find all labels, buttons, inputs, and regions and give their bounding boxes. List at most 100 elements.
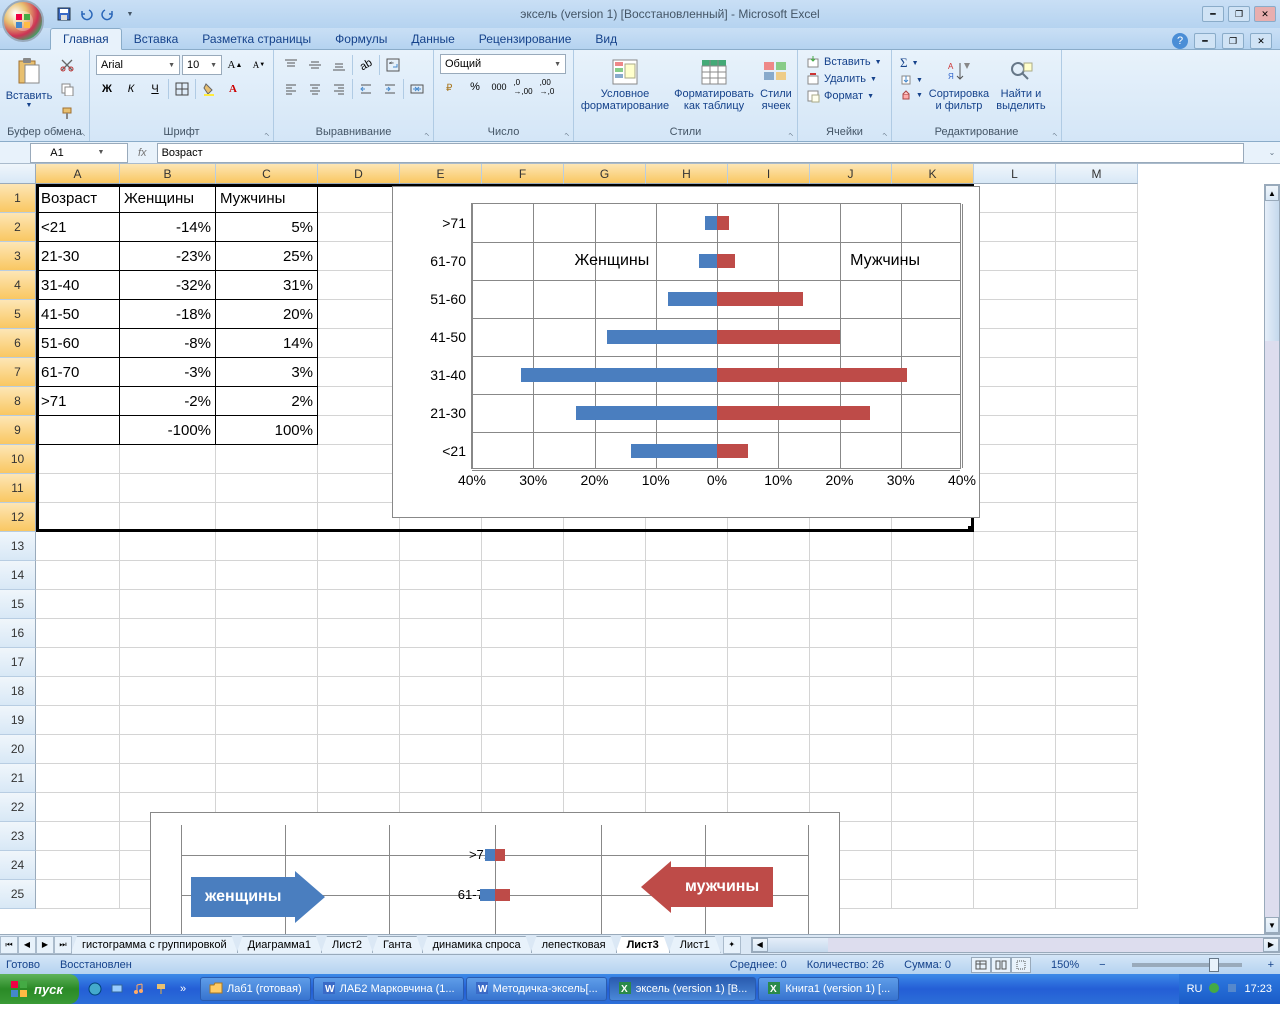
cell-D18[interactable]: [318, 677, 400, 706]
cell-I16[interactable]: [728, 619, 810, 648]
cell-F21[interactable]: [482, 764, 564, 793]
help-icon[interactable]: ?: [1172, 33, 1188, 49]
cell-M2[interactable]: [1056, 213, 1138, 242]
col-header-G[interactable]: G: [564, 164, 646, 184]
copy-button[interactable]: [56, 78, 78, 100]
cell-B10[interactable]: [120, 445, 216, 474]
cell-I19[interactable]: [728, 706, 810, 735]
row-header-18[interactable]: 18: [0, 677, 36, 706]
sort-filter-button[interactable]: АЯ Сортировка и фильтр: [929, 54, 989, 114]
ribbon-tab-4[interactable]: Данные: [399, 29, 466, 49]
clock[interactable]: 17:23: [1244, 983, 1272, 995]
cell-K16[interactable]: [892, 619, 974, 648]
cell-M8[interactable]: [1056, 387, 1138, 416]
cell-F13[interactable]: [482, 532, 564, 561]
col-header-K[interactable]: K: [892, 164, 974, 184]
borders-button[interactable]: [171, 78, 193, 100]
minimize-button[interactable]: ━: [1202, 6, 1224, 22]
cell-M6[interactable]: [1056, 329, 1138, 358]
cell-L13[interactable]: [974, 532, 1056, 561]
row-header-20[interactable]: 20: [0, 735, 36, 764]
cell-M21[interactable]: [1056, 764, 1138, 793]
cell-M19[interactable]: [1056, 706, 1138, 735]
tray-icon-1[interactable]: [1208, 982, 1220, 997]
view-layout-button[interactable]: [991, 957, 1011, 973]
col-header-E[interactable]: E: [400, 164, 482, 184]
cell-B8[interactable]: -2%: [120, 387, 216, 416]
cell-K19[interactable]: [892, 706, 974, 735]
cell-L20[interactable]: [974, 735, 1056, 764]
align-bottom-button[interactable]: [328, 54, 350, 76]
row-header-14[interactable]: 14: [0, 561, 36, 590]
cell-A12[interactable]: [36, 503, 120, 532]
cell-M10[interactable]: [1056, 445, 1138, 474]
cell-G18[interactable]: [564, 677, 646, 706]
task-item-1[interactable]: WЛАБ2 Марковчина (1...: [313, 977, 464, 1001]
row-header-16[interactable]: 16: [0, 619, 36, 648]
view-pagebreak-button[interactable]: [1011, 957, 1031, 973]
cell-G20[interactable]: [564, 735, 646, 764]
cell-B13[interactable]: [120, 532, 216, 561]
horizontal-scrollbar[interactable]: ◀▶: [751, 937, 1280, 953]
zoom-slider[interactable]: [1132, 963, 1242, 967]
col-header-F[interactable]: F: [482, 164, 564, 184]
col-header-I[interactable]: I: [728, 164, 810, 184]
cell-A10[interactable]: [36, 445, 120, 474]
zoom-out-button[interactable]: −: [1099, 959, 1105, 971]
cell-D5[interactable]: [318, 300, 400, 329]
orientation-button[interactable]: ab: [355, 54, 377, 76]
cell-D13[interactable]: [318, 532, 400, 561]
cell-L24[interactable]: [974, 851, 1056, 880]
currency-button[interactable]: ₽: [440, 76, 462, 98]
cell-L1[interactable]: [974, 184, 1056, 213]
arrow-men[interactable]: мужчины: [641, 861, 773, 913]
paste-button[interactable]: Вставить▼: [6, 54, 52, 112]
cell-C16[interactable]: [216, 619, 318, 648]
cell-A4[interactable]: 31-40: [36, 271, 120, 300]
cell-J16[interactable]: [810, 619, 892, 648]
row-header-25[interactable]: 25: [0, 880, 36, 909]
cell-L21[interactable]: [974, 764, 1056, 793]
row-header-8[interactable]: 8: [0, 387, 36, 416]
cell-F15[interactable]: [482, 590, 564, 619]
row-header-13[interactable]: 13: [0, 532, 36, 561]
doc-close-button[interactable]: ✕: [1250, 33, 1272, 49]
cell-I17[interactable]: [728, 648, 810, 677]
cell-K23[interactable]: [892, 822, 974, 851]
cell-C6[interactable]: 14%: [216, 329, 318, 358]
cell-B2[interactable]: -14%: [120, 213, 216, 242]
autosum-button[interactable]: Σ ▼: [898, 54, 925, 72]
cell-A8[interactable]: >71: [36, 387, 120, 416]
cell-H19[interactable]: [646, 706, 728, 735]
cell-J13[interactable]: [810, 532, 892, 561]
cell-I13[interactable]: [728, 532, 810, 561]
col-header-H[interactable]: H: [646, 164, 728, 184]
cell-G17[interactable]: [564, 648, 646, 677]
arrow-women[interactable]: женщины: [191, 871, 325, 923]
decrease-decimal-button[interactable]: ,00→,0: [536, 76, 558, 98]
col-header-L[interactable]: L: [974, 164, 1056, 184]
row-header-10[interactable]: 10: [0, 445, 36, 474]
ribbon-tab-3[interactable]: Формулы: [323, 29, 399, 49]
cell-M7[interactable]: [1056, 358, 1138, 387]
cell-D8[interactable]: [318, 387, 400, 416]
cell-B4[interactable]: -32%: [120, 271, 216, 300]
row-header-11[interactable]: 11: [0, 474, 36, 503]
cell-L17[interactable]: [974, 648, 1056, 677]
cell-E19[interactable]: [400, 706, 482, 735]
cell-F16[interactable]: [482, 619, 564, 648]
cell-H16[interactable]: [646, 619, 728, 648]
col-header-B[interactable]: B: [120, 164, 216, 184]
cell-M14[interactable]: [1056, 561, 1138, 590]
sheet-tab-2[interactable]: Лист2: [321, 936, 373, 953]
cell-E14[interactable]: [400, 561, 482, 590]
cell-E20[interactable]: [400, 735, 482, 764]
cell-G21[interactable]: [564, 764, 646, 793]
cell-D12[interactable]: [318, 503, 400, 532]
row-header-21[interactable]: 21: [0, 764, 36, 793]
cell-J21[interactable]: [810, 764, 892, 793]
cell-M11[interactable]: [1056, 474, 1138, 503]
col-header-C[interactable]: C: [216, 164, 318, 184]
cell-K14[interactable]: [892, 561, 974, 590]
ql-desktop-icon[interactable]: [107, 978, 127, 1000]
